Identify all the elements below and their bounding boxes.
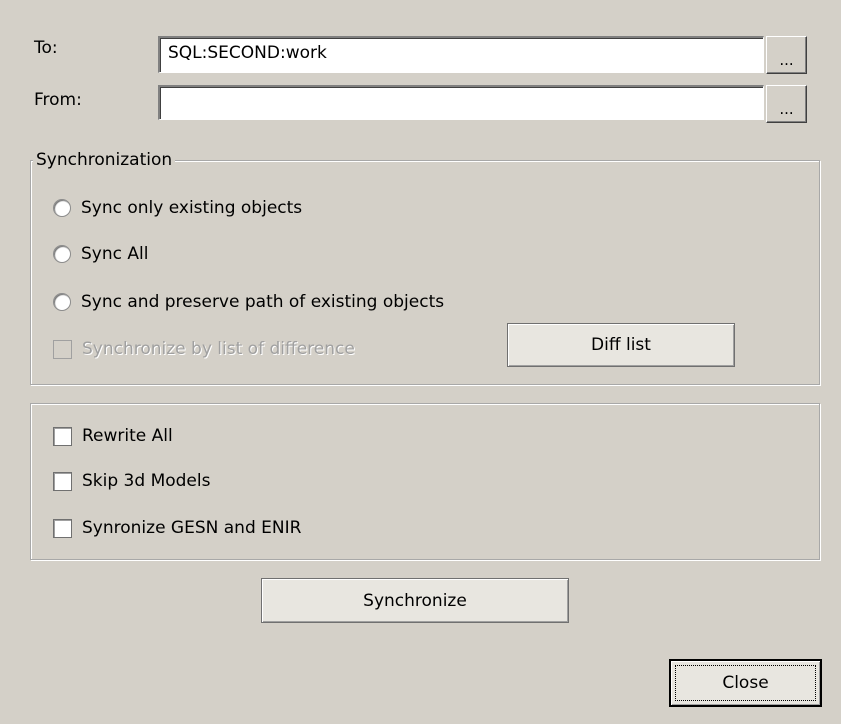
- radio-button-icon[interactable]: [53, 293, 71, 311]
- diff-list-button[interactable]: Diff list: [507, 323, 735, 367]
- radio-sync-preserve-path-label: Sync and preserve path of existing objec…: [81, 292, 445, 312]
- synchronization-legend: Synchronization: [33, 150, 176, 170]
- radio-button-icon[interactable]: [53, 199, 71, 217]
- checkbox-icon: [53, 339, 72, 359]
- radio-sync-existing-label: Sync only existing objects: [81, 198, 303, 218]
- checkbox-rewrite-all-label: Rewrite All: [82, 426, 173, 446]
- from-input[interactable]: [158, 85, 764, 120]
- checkbox-skip-3d-models-label: Skip 3d Models: [82, 471, 211, 491]
- from-browse-button[interactable]: ...: [766, 85, 807, 123]
- radio-sync-all[interactable]: Sync All: [53, 244, 148, 264]
- checkbox-sync-gesn-enir-label: Synronize GESN and ENIR: [82, 518, 302, 538]
- checkbox-icon[interactable]: [53, 471, 72, 491]
- focus-ring: [675, 665, 816, 701]
- close-button[interactable]: Close: [669, 659, 822, 707]
- radio-button-icon[interactable]: [53, 245, 71, 263]
- to-label: To:: [34, 38, 58, 58]
- radio-sync-existing[interactable]: Sync only existing objects: [53, 198, 302, 218]
- to-input[interactable]: SQL:SECOND:work: [158, 36, 764, 73]
- from-label: From:: [34, 90, 82, 110]
- checkbox-sync-by-diff: Synchronize by list of difference: [53, 339, 355, 359]
- synchronize-button[interactable]: Synchronize: [261, 578, 569, 623]
- to-browse-button[interactable]: ...: [766, 36, 807, 74]
- checkbox-icon[interactable]: [53, 426, 72, 446]
- checkbox-sync-gesn-enir[interactable]: Synronize GESN and ENIR: [53, 518, 301, 538]
- checkbox-rewrite-all[interactable]: Rewrite All: [53, 426, 173, 446]
- radio-sync-preserve-path[interactable]: Sync and preserve path of existing objec…: [53, 292, 444, 312]
- checkbox-sync-by-diff-label: Synchronize by list of difference: [82, 339, 355, 359]
- checkbox-icon[interactable]: [53, 518, 72, 538]
- radio-sync-all-label: Sync All: [81, 244, 149, 264]
- checkbox-skip-3d-models[interactable]: Skip 3d Models: [53, 471, 210, 491]
